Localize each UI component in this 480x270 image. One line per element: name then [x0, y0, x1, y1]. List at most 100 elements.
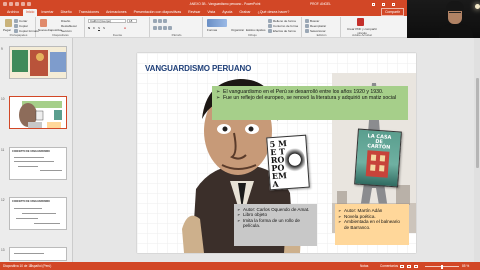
paste-button[interactable]: Pegar — [3, 28, 11, 32]
paint-bucket-icon — [268, 19, 272, 23]
thumb-line — [14, 161, 54, 162]
slide-counter: Diapositiva 10 de 13 — [3, 264, 32, 268]
start-slideshow-icon[interactable] — [27, 2, 31, 6]
adobe-pdf-icon[interactable] — [357, 18, 364, 26]
maximize-icon[interactable] — [382, 2, 385, 6]
shapes-gallery-icon[interactable] — [207, 19, 227, 27]
font-size-box[interactable]: 18 — [127, 19, 137, 23]
intro-textbox[interactable]: El vanguardismo en el Perú se desarrolló… — [212, 86, 408, 120]
presenter-hair — [446, 1, 464, 11]
slide-thumbnail[interactable] — [9, 46, 67, 79]
ribbon: Pegar Cortar Copiar Copiar formato Porta… — [0, 16, 407, 38]
scrollbar-thumb[interactable] — [475, 78, 479, 168]
tell-me-search[interactable]: ¿Qué desea hacer? — [255, 9, 293, 16]
current-slide[interactable]: VANGUARDISMO PERUANO El vanguardismo en … — [137, 53, 416, 253]
group-label-drawing: Dibujo — [248, 33, 257, 37]
share-button[interactable]: Compartir — [381, 8, 404, 16]
group-editing: Buscar Reemplazar Seleccionar Edición — [303, 17, 341, 37]
shape-outline-button[interactable]: Contorno de forma — [268, 24, 298, 28]
new-slide-button[interactable]: Nueva diapositiva — [38, 28, 62, 32]
book-cover-casa-de-carton[interactable]: LA CASA DE CARTÓN — [354, 128, 402, 188]
cut-label: Cortar — [19, 19, 28, 23]
thumb-number: 9 — [1, 47, 3, 51]
italic-icon[interactable]: K — [93, 26, 95, 30]
redo-icon[interactable] — [21, 2, 25, 6]
powerpoint-window: ANEXO 3B - Vanguardismo peruano - PowerP… — [0, 0, 480, 270]
align-left-icon — [153, 26, 157, 30]
book1-face-graphic — [284, 147, 306, 178]
cut-button[interactable]: Cortar — [14, 19, 27, 23]
language-indicator[interactable]: Español (Perú) — [30, 264, 51, 268]
zoom-percentage[interactable]: 85 % — [462, 264, 469, 268]
find-button[interactable]: Buscar — [305, 19, 319, 23]
group-label-adobe: Adobe Acrobat — [352, 33, 372, 37]
reading-view-icon[interactable] — [414, 264, 418, 268]
thumb-number: 12 — [1, 198, 5, 202]
bullets-icon[interactable] — [153, 19, 167, 23]
replace-button[interactable]: Reemplazar — [305, 24, 326, 28]
tab-insertar[interactable]: Insertar — [38, 9, 56, 16]
quick-styles-button[interactable]: Estilos rápidos — [246, 28, 266, 32]
paste-icon[interactable] — [5, 19, 12, 27]
tab-vista[interactable]: Vista — [204, 9, 218, 16]
slide-editor[interactable]: VANGUARDISMO PERUANO El vanguardismo en … — [73, 38, 480, 262]
layout-button[interactable]: Diseño — [61, 19, 70, 23]
bold-icon[interactable]: N — [88, 26, 90, 30]
font-name-box[interactable]: Calibri (Cuerpo) — [88, 19, 126, 23]
slide-title[interactable]: VANGUARDISMO PERUANO — [145, 64, 251, 73]
normal-view-icon[interactable] — [400, 264, 404, 268]
group-label-editing: Edición — [316, 33, 327, 37]
tab-revisar[interactable]: Revisar — [185, 9, 203, 16]
group-label-clipboard: Portapapeles — [9, 33, 28, 37]
window-controls — [372, 2, 395, 6]
undo-icon[interactable] — [15, 2, 19, 6]
find-label: Buscar — [310, 19, 320, 23]
tab-inicio[interactable]: Inicio — [22, 9, 38, 16]
user-name[interactable]: PROF. ANGEL — [310, 2, 331, 6]
group-font: Calibri (Cuerpo) 18 N K S S A Fuente — [86, 17, 150, 37]
slide-thumbnail-selected[interactable] — [9, 96, 67, 129]
tab-archivo[interactable]: Archivo — [4, 9, 22, 16]
font-color-icon[interactable]: A — [124, 26, 126, 30]
slide-sorter-icon[interactable] — [407, 264, 411, 268]
minimize-icon[interactable] — [372, 2, 375, 6]
close-icon[interactable] — [392, 2, 395, 6]
tab-diseno[interactable]: Diseño — [58, 9, 75, 16]
tab-animaciones[interactable]: Animaciones — [103, 9, 130, 16]
thumb-line — [22, 213, 56, 214]
tab-presentacion[interactable]: Presentación con diapositivas — [131, 9, 185, 16]
reset-button[interactable]: Restablecer — [61, 24, 77, 28]
comments-button[interactable]: Comentarios — [380, 264, 398, 268]
notes-button[interactable]: Notas — [360, 264, 368, 268]
autosave-icon[interactable] — [3, 2, 7, 6]
group-paragraph: Párrafo — [151, 17, 203, 37]
replace-icon — [305, 24, 309, 28]
tab-ayuda[interactable]: Ayuda — [219, 9, 235, 16]
arrange-button[interactable]: Organizar — [231, 28, 244, 32]
shapes-button[interactable]: Formas — [207, 28, 217, 32]
align-icons[interactable] — [153, 26, 172, 30]
vertical-scrollbar[interactable] — [474, 38, 480, 262]
tab-grabar[interactable]: Grabar — [236, 9, 253, 16]
slide-thumbnail[interactable]: CONCEPTO DE VANGUARDISMO — [9, 197, 67, 230]
group-slides: Nueva diapositiva Diseño Restablecer Sec… — [37, 17, 85, 37]
thumb-number: 11 — [1, 148, 5, 152]
zoom-slider-handle[interactable] — [441, 264, 443, 269]
thumbnail-title: CONCEPTO DE VANGUARDISMO — [12, 150, 50, 153]
right-info-box[interactable]: Autor: Martín Adán Novela poética. Ambie… — [335, 204, 409, 245]
new-slide-icon[interactable] — [40, 19, 47, 27]
shape-fill-button[interactable]: Relleno de forma — [268, 19, 296, 23]
align-center-icon — [158, 26, 162, 30]
book-cover-5-metros[interactable]: 5 ME TRO POEMA — [266, 134, 310, 191]
thumb-line — [34, 223, 60, 224]
slide-thumbnail[interactable]: CONCEPTO DE VANGUARDISMO — [9, 147, 67, 180]
slide-thumbnail[interactable] — [9, 247, 67, 261]
save-icon[interactable] — [9, 2, 13, 6]
left-info-box[interactable]: Autor: Carlos Oquendo de Amat. Libro obj… — [234, 204, 317, 246]
underline-icon[interactable]: S — [98, 26, 100, 30]
replace-label: Reemplazar — [310, 24, 327, 28]
copy-button[interactable]: Copiar — [14, 24, 28, 28]
presenter-glasses — [449, 12, 461, 15]
tab-transiciones[interactable]: Transiciones — [76, 9, 102, 16]
shadow-icon[interactable]: S — [103, 26, 105, 30]
